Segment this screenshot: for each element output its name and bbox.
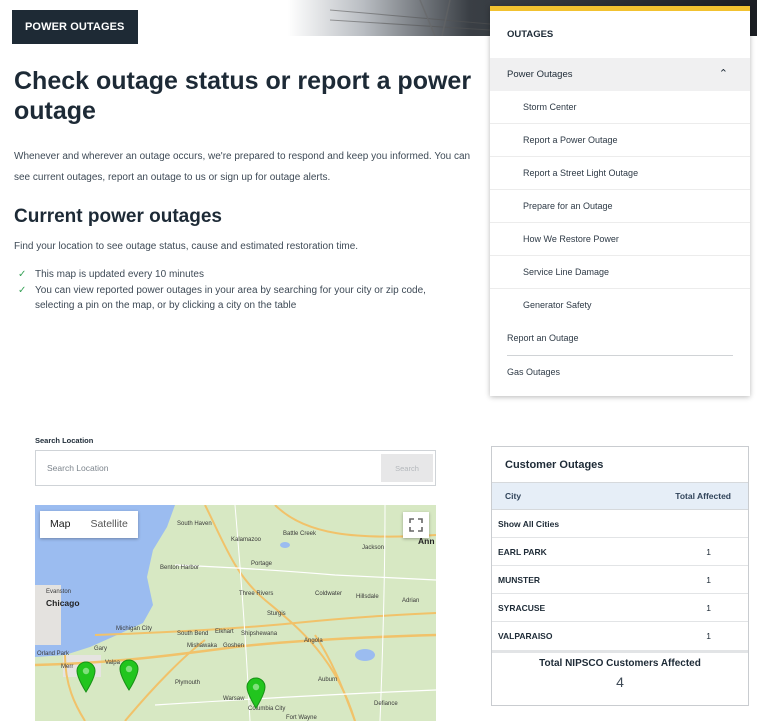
nav-item-how-we-restore-power[interactable]: How We Restore Power [490, 223, 750, 256]
nav-heading[interactable]: OUTAGES [490, 11, 750, 58]
map-label-adrian: Adrian [402, 598, 420, 604]
map-label-battle-creek: Battle Creek [283, 531, 317, 537]
satellite-view-button[interactable]: Satellite [80, 511, 137, 538]
show-all-cities-row[interactable]: Show All Cities [492, 510, 748, 538]
outage-pin[interactable] [246, 677, 266, 709]
map-label-goshen: Goshen [223, 643, 245, 649]
section-title: Current power outages [14, 206, 222, 227]
outage-pin[interactable] [119, 659, 139, 691]
map-label-merr: Merr [61, 664, 74, 670]
nav-item-report-an-outage[interactable]: Report an Outage [490, 322, 750, 355]
table-row[interactable]: EARL PARK 1 [492, 538, 748, 566]
map-label-evanston: Evanston [46, 589, 72, 595]
map-label-defiance: Defiance [374, 701, 398, 707]
search-box: Search [35, 450, 436, 486]
city-name[interactable]: VALPARAISO [498, 631, 552, 641]
outages-side-nav: OUTAGES Power Outages ⌃ Storm Center Rep… [490, 6, 750, 396]
customer-outages-panel: Customer Outages City Total Affected Sho… [491, 446, 749, 706]
map-label-portage: Portage [251, 561, 273, 567]
table-header: City Total Affected [492, 483, 748, 510]
search-label: Search Location [35, 436, 94, 445]
map-label-south-haven: South Haven [177, 521, 212, 527]
map-label-mishawaka: Mishawaka [187, 643, 218, 649]
map-label-plymouth: Plymouth [175, 680, 201, 686]
table-row[interactable]: MUNSTER 1 [492, 566, 748, 594]
map-label-angola: Angola [304, 638, 323, 644]
list-item-text: This map is updated every 10 minutes [35, 269, 204, 280]
affected-count: 1 [706, 574, 711, 585]
nav-item-gas-outages[interactable]: Gas Outages [490, 356, 750, 389]
map-label-kalamazoo: Kalamazoo [231, 537, 262, 543]
panel-title: Customer Outages [492, 447, 748, 483]
map-label-hillsdale: Hillsdale [356, 594, 379, 600]
total-value: 4 [616, 674, 624, 690]
map-label-three-rivers: Three Rivers [239, 591, 274, 597]
outage-pin[interactable] [76, 661, 96, 693]
chevron-up-icon[interactable]: ⌃ [719, 58, 728, 91]
fullscreen-button[interactable] [403, 512, 429, 538]
column-header-city: City [505, 491, 522, 501]
map-label-shipshewana: Shipshewana [241, 631, 278, 637]
check-icon: ✓ [18, 269, 27, 280]
map-label-south-bend: South Bend [177, 631, 209, 637]
list-item: ✓ You can view reported power outages in… [18, 283, 458, 313]
nav-item-generator-safety[interactable]: Generator Safety [490, 289, 750, 322]
map-label-benton-harbor: Benton Harbor [160, 565, 200, 571]
nav-item-service-line-damage[interactable]: Service Line Damage [490, 256, 750, 289]
column-header-total: Total Affected [675, 491, 731, 501]
search-button[interactable]: Search [381, 454, 433, 482]
intro-text: Whenever and wherever an outage occurs, … [14, 151, 471, 183]
map-view-button[interactable]: Map [40, 511, 80, 538]
affected-count: 1 [706, 631, 711, 641]
total-summary: Total NIPSCO Customers Affected 4 [492, 650, 748, 698]
map-label-valpo: Valpa [105, 660, 120, 666]
map-label-michigan-city: Michigan City [116, 626, 153, 632]
list-item: ✓ This map is updated every 10 minutes [18, 267, 458, 282]
map-label-ann: Ann [418, 536, 435, 546]
page-badge: POWER OUTAGES [12, 10, 138, 44]
check-icon: ✓ [18, 285, 27, 296]
city-name[interactable]: EARL PARK [498, 547, 547, 557]
fullscreen-icon [409, 518, 423, 532]
map-label-auburn: Auburn [318, 677, 338, 683]
find-location-text: Find your location to see outage status,… [14, 241, 359, 252]
map-label-gary: Gary [94, 646, 108, 652]
page-title: Check outage status or report a power ou… [14, 67, 472, 125]
map-type-toggle: Map Satellite [40, 511, 138, 538]
city-name[interactable]: SYRACUSE [498, 603, 545, 613]
table-row[interactable]: SYRACUSE 1 [492, 594, 748, 622]
total-label: Total NIPSCO Customers Affected [539, 658, 701, 669]
outage-map[interactable]: Map Satellite South Haven Kalamazoo Batt… [35, 505, 436, 721]
map-label-chicago: Chicago [46, 598, 80, 608]
nav-group-power-outages[interactable]: Power Outages ⌃ [490, 58, 750, 91]
nav-item-report-power-outage[interactable]: Report a Power Outage [490, 124, 750, 157]
nav-item-prepare-for-outage[interactable]: Prepare for an Outage [490, 190, 750, 223]
search-input[interactable] [36, 451, 381, 485]
map-label-orland-park: Orland Park [37, 651, 70, 657]
affected-count: 1 [706, 546, 711, 557]
map-label-jackson: Jackson [362, 545, 385, 551]
list-item-text: You can view reported power outages in y… [35, 285, 426, 311]
city-name[interactable]: MUNSTER [498, 575, 540, 585]
map-label-elkhart: Elkhart [215, 629, 234, 635]
map-label-coldwater: Coldwater [315, 591, 343, 597]
nav-item-storm-center[interactable]: Storm Center [490, 91, 750, 124]
power-lines-graphic [330, 0, 490, 36]
info-list: ✓ This map is updated every 10 minutes ✓… [18, 267, 458, 314]
nav-item-report-street-light-outage[interactable]: Report a Street Light Outage [490, 157, 750, 190]
map-label-fort-wayne: Fort Wayne [286, 715, 317, 721]
map-label-warsaw: Warsaw [223, 696, 245, 702]
show-all-cities-link[interactable]: Show All Cities [498, 519, 559, 529]
nav-group-label: Power Outages [507, 69, 573, 80]
map-label-sturgis: Sturgis [267, 611, 286, 617]
affected-count: 1 [706, 602, 711, 613]
table-row[interactable]: VALPARAISO 1 [492, 622, 748, 650]
